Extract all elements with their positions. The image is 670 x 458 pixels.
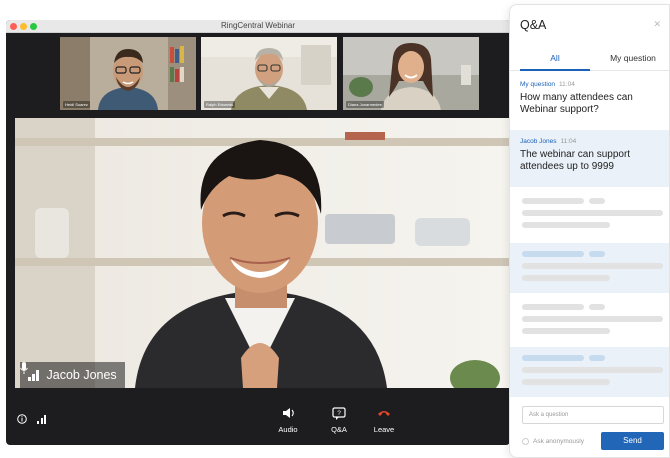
participant-video <box>343 37 479 110</box>
participant-thumbnail[interactable]: Diana Jonarmedee <box>343 37 479 110</box>
participant-thumbnail[interactable]: Ralph Edwards <box>201 37 337 110</box>
message-placeholder <box>510 297 669 347</box>
participant-name: Diana Jonarmedee <box>346 101 384 108</box>
active-tab-indicator <box>520 69 590 71</box>
speaker-name: Jacob Jones <box>46 368 117 382</box>
message-time: 11:04 <box>560 138 577 145</box>
qa-icon: ? <box>319 405 359 421</box>
leave-button[interactable]: Leave <box>364 405 404 434</box>
message-author: My question <box>520 81 556 88</box>
ask-anonymously-option[interactable]: Ask anonymously <box>522 438 584 445</box>
main-video: Jacob Jones <box>15 118 510 388</box>
question-input[interactable]: Ask a question <box>522 406 664 424</box>
audio-button[interactable]: Audio <box>268 405 308 434</box>
message-time: 11:04 <box>559 81 575 88</box>
qa-button[interactable]: ? Q&A <box>319 405 359 434</box>
webinar-window: RingCentral Webinar Heidi Suarez Ralph E… <box>6 20 510 445</box>
message-text: How many attendees can Webinar support? <box>520 92 633 115</box>
participant-name: Heidi Suarez <box>63 101 90 108</box>
speaker-icon <box>268 405 308 421</box>
qa-panel-title: Q&A <box>520 18 547 32</box>
participant-video <box>201 37 337 110</box>
message-placeholder <box>510 191 669 241</box>
participant-name: Ralph Edwards <box>204 101 236 108</box>
send-button[interactable]: Send <box>601 432 664 450</box>
speaker-name-tag: Jacob Jones <box>20 362 125 388</box>
control-bar: Audio ? Q&A Leave <box>6 395 510 445</box>
hang-up-icon <box>364 405 404 421</box>
leave-label: Leave <box>373 425 395 434</box>
tab-all[interactable]: All <box>520 53 590 63</box>
anonymous-radio[interactable] <box>522 438 529 445</box>
message-meta: Jacob Jones 11:04 <box>520 138 661 145</box>
participant-thumbnail[interactable]: Heidi Suarez <box>60 37 196 110</box>
info-icon[interactable] <box>17 411 27 429</box>
tab-my-question[interactable]: My question <box>598 53 668 63</box>
speaker-video <box>15 118 510 388</box>
audio-label: Audio <box>278 425 298 434</box>
window-title: RingCentral Webinar <box>220 21 296 30</box>
qa-message: My question 11:04 How many attendees can … <box>510 81 669 116</box>
signal-strength-icon <box>28 369 39 381</box>
message-text: The webinar can support attendees up to … <box>520 149 631 172</box>
title-bar: RingCentral Webinar <box>6 20 510 33</box>
message-author: Jacob Jones <box>520 138 557 145</box>
message-meta: My question 11:04 <box>520 81 661 88</box>
microphone-icon <box>20 362 28 374</box>
qa-panel: Q&A ✕ All My question My question 11:04 H… <box>509 4 670 458</box>
participant-video <box>60 37 196 110</box>
anonymous-label: Ask anonymously <box>533 438 584 445</box>
network-signal-icon[interactable] <box>37 411 46 429</box>
message-placeholder <box>510 347 669 397</box>
qa-answer: Jacob Jones 11:04 The webinar can support… <box>510 130 669 187</box>
close-icon[interactable]: ✕ <box>653 19 661 30</box>
qa-label: Q&A <box>331 425 347 434</box>
svg-text:?: ? <box>337 410 341 417</box>
message-placeholder <box>510 243 669 293</box>
qa-tabs: All My question <box>510 47 669 71</box>
